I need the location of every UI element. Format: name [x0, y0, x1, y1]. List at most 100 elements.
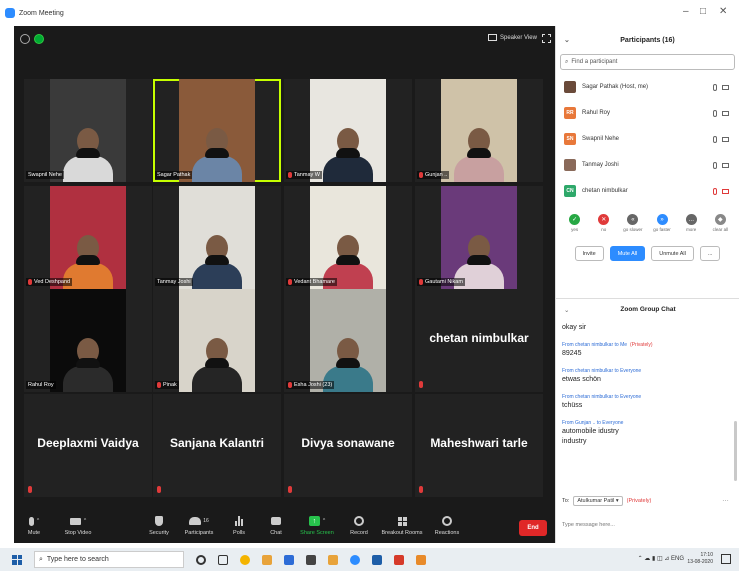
- security-button[interactable]: Security: [139, 515, 179, 536]
- participant-video: [310, 186, 386, 289]
- encryption-shield-icon[interactable]: [34, 34, 44, 44]
- stop-video-button[interactable]: ^ Stop Video: [58, 515, 98, 536]
- microphone-icon[interactable]: [713, 83, 717, 91]
- end-meeting-button[interactable]: End: [519, 520, 547, 536]
- polls-label: Polls: [233, 530, 245, 536]
- participant-row[interactable]: RR Rahul Roy: [556, 100, 739, 126]
- invite-button[interactable]: Invite: [574, 246, 604, 261]
- record-button[interactable]: Record: [339, 515, 379, 536]
- chat-button[interactable]: Chat: [256, 515, 296, 536]
- participants-header: ⌄ Participants (16): [556, 26, 739, 54]
- muted-mic-icon: [419, 279, 423, 285]
- participant-row[interactable]: CN chetan nimbulkar: [556, 178, 739, 204]
- chrome-icon[interactable]: [240, 554, 250, 565]
- participants-button[interactable]: 16 Participants: [179, 515, 219, 536]
- chat-recipient-select[interactable]: Atulkumar Patil ▾: [573, 496, 623, 506]
- cortana-icon[interactable]: [196, 554, 206, 565]
- chat-message: From chetan nimbulkar to Everyone etwas s…: [562, 368, 734, 385]
- video-tile[interactable]: Sanjana Kalantri: [153, 394, 281, 497]
- mail-icon[interactable]: [284, 554, 294, 565]
- video-camera-icon[interactable]: [722, 188, 729, 194]
- participant-row[interactable]: Sagar Pathak (Host, me): [556, 74, 739, 100]
- participant-name: Esha Joshi (23): [294, 382, 333, 388]
- chat-message-sender: From chetan nimbulkar to Me (Privately): [562, 342, 734, 348]
- minimize-icon[interactable]: –: [683, 6, 689, 17]
- feedback-reaction[interactable]: … more: [679, 214, 703, 232]
- participant-row[interactable]: Tanmay Joshi: [556, 152, 739, 178]
- task-view-icon[interactable]: [218, 554, 228, 565]
- unmute-all-button[interactable]: Unmute All: [651, 246, 694, 261]
- video-tile[interactable]: Gunjan ..: [415, 79, 543, 182]
- maximize-icon[interactable]: □: [700, 6, 706, 17]
- feedback-reaction[interactable]: « go slower: [621, 214, 645, 232]
- record-label: Record: [350, 530, 368, 536]
- microphone-icon[interactable]: [713, 135, 717, 143]
- notification-icon[interactable]: [721, 554, 731, 564]
- store-icon[interactable]: [372, 554, 382, 565]
- video-tile[interactable]: Vedant Bhamare: [284, 186, 412, 289]
- close-icon[interactable]: ✕: [719, 6, 727, 17]
- feedback-reaction[interactable]: ◆ clear all: [708, 214, 732, 232]
- video-tile[interactable]: Tanmay W: [284, 79, 412, 182]
- video-camera-icon[interactable]: [722, 110, 729, 116]
- video-tile[interactable]: Esha Joshi (23): [284, 289, 412, 392]
- language-indicator[interactable]: ENG: [671, 556, 684, 562]
- chat-collapse-chevron-icon[interactable]: ⌄: [564, 306, 569, 314]
- microphone-icon[interactable]: [713, 187, 717, 195]
- video-tile[interactable]: Swapnil Nehe: [24, 79, 152, 182]
- breakout-rooms-button[interactable]: Breakout Rooms: [382, 515, 422, 536]
- microphone-icon[interactable]: [713, 161, 717, 169]
- chat-scrollbar[interactable]: [734, 421, 737, 481]
- info-icon[interactable]: [20, 34, 30, 44]
- vlc-icon[interactable]: [328, 554, 338, 565]
- participant-video: [179, 186, 255, 289]
- windows-start-icon[interactable]: [12, 554, 22, 565]
- taskbar-search-input[interactable]: ⌕ Type here to search: [34, 551, 184, 568]
- vlc-cone-icon[interactable]: [416, 554, 426, 565]
- feedback-reaction[interactable]: » go faster: [650, 214, 674, 232]
- file-explorer-icon[interactable]: [262, 554, 272, 565]
- participant-status-icons: [713, 161, 729, 169]
- video-tile[interactable]: Divya sonawane: [284, 394, 412, 497]
- acrobat-icon[interactable]: [394, 554, 404, 565]
- video-tile[interactable]: Tanmay Joshi: [153, 186, 281, 289]
- mute-button[interactable]: ^ Mute: [14, 515, 54, 536]
- feedback-reaction[interactable]: ✓ yes: [563, 214, 587, 232]
- reactions-button[interactable]: Reactions: [427, 515, 467, 536]
- fullscreen-icon[interactable]: [542, 34, 551, 43]
- video-tile[interactable]: Pinak: [153, 289, 281, 392]
- video-tile[interactable]: Deeplaxmi Vaidya: [24, 394, 152, 497]
- video-camera-icon[interactable]: [722, 162, 729, 168]
- clock[interactable]: 17:10 13-08-2020: [687, 552, 713, 566]
- microphone-icon[interactable]: [713, 109, 717, 117]
- participant-figure: [192, 235, 242, 289]
- feedback-reaction[interactable]: ✕ no: [592, 214, 616, 232]
- participant-name-tag: Esha Joshi (23): [286, 381, 335, 389]
- muted-mic-icon: [288, 279, 292, 285]
- participant-name: Maheshwari tarle: [430, 436, 528, 450]
- participant-search-input[interactable]: ⌕ Find a participant: [560, 54, 735, 70]
- participant-row-name: chetan nimbulkar: [582, 188, 628, 194]
- collapse-chevron-icon[interactable]: ⌄: [564, 36, 570, 44]
- chat-more-icon[interactable]: …: [722, 496, 729, 503]
- video-tile[interactable]: Sagar Pathak: [153, 79, 281, 182]
- window-title: Zoom Meeting: [19, 9, 64, 17]
- video-tile[interactable]: chetan nimbulkar: [415, 289, 543, 392]
- polls-button[interactable]: Polls: [219, 515, 259, 536]
- video-camera-icon[interactable]: [722, 84, 729, 90]
- more-options-button[interactable]: ...: [699, 246, 721, 261]
- speaker-view-button[interactable]: Speaker View: [488, 34, 537, 41]
- video-tile[interactable]: Ved Deshpand: [24, 186, 152, 289]
- video-tile[interactable]: Gautami Nikam: [415, 186, 543, 289]
- chat-message-input[interactable]: [562, 514, 732, 536]
- zoom-taskbar-icon[interactable]: [350, 554, 360, 565]
- share-screen-button[interactable]: ↑ ^ Share Screen: [297, 515, 337, 536]
- video-tile[interactable]: Maheshwari tarle: [415, 394, 543, 497]
- mute-all-button[interactable]: Mute All: [609, 246, 646, 261]
- muted-mic-icon: [288, 172, 292, 178]
- participant-row[interactable]: SN Swapnil Nehe: [556, 126, 739, 152]
- video-camera-icon[interactable]: [722, 136, 729, 142]
- system-tray-icons[interactable]: ⌃ ☁ ▮ ◫ ⊿ ENG: [638, 555, 684, 562]
- video-tile[interactable]: Rahul Roy: [24, 289, 152, 392]
- network-app-icon[interactable]: [306, 554, 316, 565]
